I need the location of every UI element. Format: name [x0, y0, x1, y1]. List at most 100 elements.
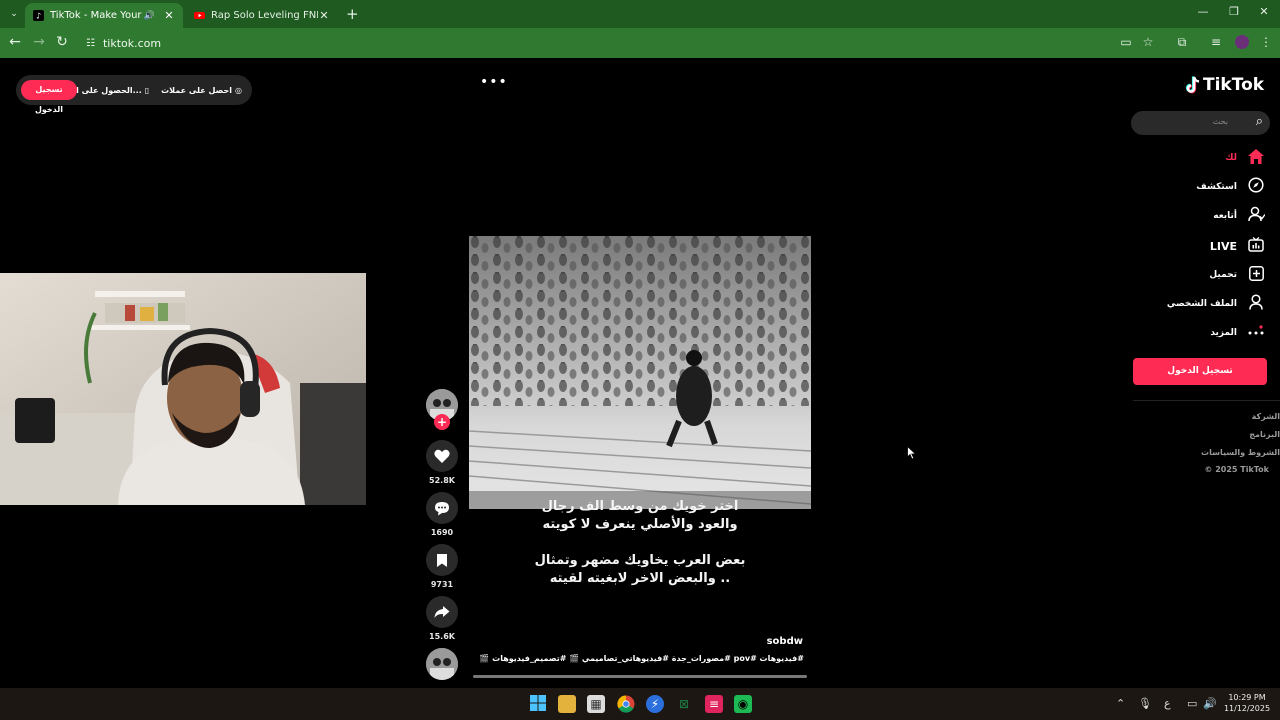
nav-label: لك [1225, 153, 1237, 163]
tab-tiktok[interactable]: ♪ TikTok - Make Your Day 🔊 ✕ [25, 3, 183, 28]
browser-tab-strip: ⌄ ♪ TikTok - Make Your Day 🔊 ✕ Rap Solo … [0, 0, 1280, 28]
mouse-cursor-icon [907, 446, 917, 460]
home-icon [1247, 148, 1265, 168]
address-bar[interactable]: ☷ tiktok.com [80, 31, 1110, 55]
url-text: tiktok.com [102, 36, 162, 50]
get-coins-button[interactable]: احصل على عملات ◎ [161, 86, 242, 95]
browser-menu-icon[interactable]: ⋮ [1258, 35, 1274, 49]
sidebar-divider [1133, 400, 1280, 401]
video-progress-bar[interactable] [473, 675, 807, 678]
upload-icon [1247, 265, 1265, 285]
footer-program-link[interactable]: البرنامج [1249, 430, 1280, 439]
minimize-icon[interactable]: — [1195, 5, 1211, 18]
tab-youtube[interactable]: Rap Solo Leveling FNR | ايشليق ✕ [186, 3, 338, 28]
tab-close-icon[interactable]: ✕ [163, 9, 175, 22]
tab-audio-icon[interactable]: 🔊 [144, 11, 155, 21]
windows-taskbar: ▦ ⚡ ⊠ ≡ ◉ ⌃ 🎙 ع ▭ 🔊 10:29 PM 11/12/2025 [0, 688, 1280, 720]
store-icon[interactable]: ▦ [587, 695, 605, 713]
app-green-icon[interactable]: ◉ [734, 695, 752, 713]
new-tab-icon[interactable]: + [346, 5, 359, 23]
share-icon[interactable] [426, 596, 458, 628]
comments-count: 1690 [430, 528, 454, 537]
nav-explore[interactable]: استكشف [1196, 177, 1265, 197]
restore-icon[interactable]: ❐ [1226, 5, 1242, 18]
input-language[interactable]: ع [1164, 697, 1171, 710]
coin-icon: ◎ [235, 85, 242, 95]
search-input[interactable]: بحث ⌕ [1131, 111, 1270, 135]
top-actions-pill: تسجيل الدخول الحصول على الت... ▯ احصل عل… [16, 75, 252, 114]
browser-toolbar: ← → ↻ ☷ tiktok.com ▭ ☆ ⧉ ≡ ⋮ [0, 28, 1280, 58]
caption-line: والعود والأصلي ينعرف لا كويته [542, 517, 738, 532]
windows-start-icon[interactable] [529, 695, 547, 713]
tiktok-logo[interactable]: TikTok [1185, 75, 1264, 95]
follow-plus-icon[interactable]: + [434, 414, 450, 430]
site-info-icon[interactable]: ☷ [86, 38, 95, 49]
phone-icon: ▯ [144, 85, 150, 95]
reload-icon[interactable]: ↻ [53, 34, 71, 50]
more-horizontal-icon[interactable]: ••• [480, 74, 508, 90]
tab-title: Rap Solo Leveling FNR | ايشليق [211, 10, 318, 21]
video-caption: اختر خويك من وسط الف رجال والعود والأصلي… [469, 498, 811, 588]
search-icon[interactable]: ⌕ [1256, 114, 1263, 129]
forward-icon[interactable]: → [30, 34, 48, 50]
bookmark-icon[interactable] [426, 544, 458, 576]
app-pink-icon[interactable]: ≡ [705, 695, 723, 713]
nav-label: استكشف [1196, 182, 1237, 192]
taskbar-clock[interactable]: 10:29 PM 11/12/2025 [1222, 692, 1272, 714]
clock-date: 11/12/2025 [1223, 704, 1271, 713]
tab-close-icon[interactable]: ✕ [318, 9, 330, 22]
top-login-button[interactable]: تسجيل الدخول [21, 80, 77, 114]
webcam-overlay [0, 273, 366, 505]
volume-icon[interactable]: 🔊 [1203, 697, 1217, 710]
nav-for-you[interactable]: لك [1225, 148, 1265, 168]
tab-title: TikTok - Make Your Day [50, 10, 144, 21]
tiktok-logo-icon [1185, 76, 1200, 94]
youtube-favicon-icon [194, 10, 205, 21]
saves-count: 9731 [430, 580, 454, 589]
network-icon[interactable]: ▭ [1187, 697, 1197, 710]
media-controls-icon[interactable]: ≡ [1208, 35, 1224, 49]
sidebar-login-button[interactable]: تسجيل الدخول [1133, 358, 1267, 385]
file-explorer-icon[interactable] [558, 695, 576, 713]
nav-label: أتابعه [1213, 211, 1237, 221]
compass-icon [1247, 177, 1265, 197]
chrome-icon[interactable] [617, 695, 635, 713]
caption-line: والبعض الاخر لابغيته لقيته .. [549, 571, 731, 586]
video-player[interactable] [469, 236, 811, 509]
excel-icon[interactable]: ⊠ [675, 695, 693, 713]
get-app-button[interactable]: الحصول على الت... ▯ [65, 86, 150, 95]
footer-company-link[interactable]: الشركة [1252, 412, 1280, 421]
nav-more[interactable]: المزيد [1210, 323, 1265, 343]
sound-avatar[interactable] [426, 648, 458, 680]
cast-icon[interactable]: ▭ [1118, 35, 1134, 49]
nav-upload[interactable]: تحميل [1209, 265, 1265, 285]
video-author[interactable]: sobdw [767, 636, 803, 647]
search-placeholder: بحث [1212, 117, 1228, 126]
logo-text: TikTok [1203, 75, 1265, 95]
microphone-icon[interactable]: 🎙 [1138, 697, 1152, 710]
like-heart-icon[interactable] [426, 440, 458, 472]
video-hashtags[interactable]: #فيديوهات #pov #مصورات_جدة #فيديوهاتي_تص… [480, 654, 804, 663]
profile-avatar-icon[interactable] [1235, 35, 1249, 49]
nav-following[interactable]: أتابعه [1213, 206, 1266, 226]
profile-icon [1247, 294, 1265, 314]
footer-terms-link[interactable]: الشروط والسياسات [1201, 448, 1280, 457]
nav-live[interactable]: LIVE [1210, 236, 1265, 256]
live-icon [1247, 236, 1265, 256]
app-blue-icon[interactable]: ⚡ [646, 695, 664, 713]
clock-time: 10:29 PM [1228, 693, 1266, 702]
back-icon[interactable]: ← [6, 34, 24, 50]
tiktok-favicon-icon: ♪ [33, 10, 44, 21]
comment-icon[interactable] [426, 492, 458, 524]
bookmark-star-icon[interactable]: ☆ [1140, 35, 1156, 49]
footer-copyright: © 2025 TikTok [1204, 465, 1269, 474]
extensions-icon[interactable]: ⧉ [1174, 35, 1190, 50]
likes-count: 52.8K [429, 476, 455, 485]
caption-line: بعض العرب يخاويك مضهر وتمثال [534, 553, 746, 568]
window-close-icon[interactable]: ✕ [1256, 5, 1272, 18]
nav-profile[interactable]: الملف الشخصي [1167, 294, 1265, 314]
tab-search-chevron-icon[interactable]: ⌄ [6, 6, 22, 22]
nav-label: تحميل [1209, 270, 1237, 280]
tray-chevron-icon[interactable]: ⌃ [1116, 697, 1125, 710]
